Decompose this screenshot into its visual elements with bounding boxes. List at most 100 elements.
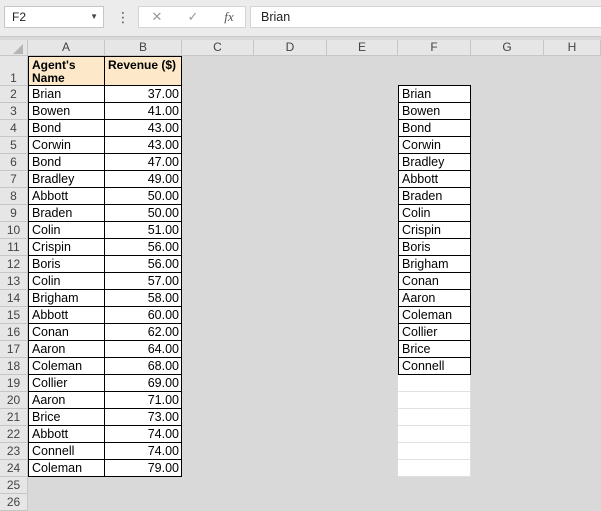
row-header-9[interactable]: 9 xyxy=(0,205,28,222)
cell-unique-name[interactable]: Brian xyxy=(398,85,471,103)
row-header-5[interactable]: 5 xyxy=(0,137,28,154)
cell-agent-name[interactable]: Bond xyxy=(28,154,105,171)
row-header-4[interactable]: 4 xyxy=(0,120,28,137)
row-header-22[interactable]: 22 xyxy=(0,426,28,443)
row-header-17[interactable]: 17 xyxy=(0,341,28,358)
cell-agent-name[interactable]: Coleman xyxy=(28,358,105,375)
name-box[interactable]: F2 ▼ xyxy=(4,6,104,28)
cell-unique-name[interactable]: Braden xyxy=(398,188,471,205)
cell-unique-name[interactable]: Brigham xyxy=(398,256,471,273)
cell-agent-name[interactable]: Bradley xyxy=(28,171,105,188)
row-header-1[interactable]: 1 xyxy=(0,56,28,86)
row-header-26[interactable]: 26 xyxy=(0,494,28,511)
row-header-25[interactable]: 25 xyxy=(0,477,28,494)
cell-unique-name[interactable]: Colin xyxy=(398,205,471,222)
row-header-11[interactable]: 11 xyxy=(0,239,28,256)
header-revenue[interactable]: Revenue ($) xyxy=(105,56,182,86)
enter-icon[interactable]: ✓ xyxy=(181,7,205,27)
row-header-10[interactable]: 10 xyxy=(0,222,28,239)
insert-function-icon[interactable]: fx xyxy=(217,7,241,27)
cell-unique-name[interactable]: Collier xyxy=(398,324,471,341)
formula-input[interactable]: Brian xyxy=(250,6,601,28)
row-header-24[interactable]: 24 xyxy=(0,460,28,477)
row-header-8[interactable]: 8 xyxy=(0,188,28,205)
cell-unique-name[interactable]: Bradley xyxy=(398,154,471,171)
cell-agent-name[interactable]: Boris xyxy=(28,256,105,273)
cell-revenue[interactable]: 50.00 xyxy=(105,188,182,205)
cell-unique-name[interactable]: Brice xyxy=(398,341,471,358)
cell-empty[interactable] xyxy=(398,392,471,409)
cell-agent-name[interactable]: Crispin xyxy=(28,239,105,256)
cell-revenue[interactable]: 47.00 xyxy=(105,154,182,171)
column-header-f[interactable]: F xyxy=(398,40,471,56)
cell-revenue[interactable]: 68.00 xyxy=(105,358,182,375)
column-header-d[interactable]: D xyxy=(254,40,327,56)
cell-revenue[interactable]: 37.00 xyxy=(105,86,182,103)
column-header-h[interactable]: H xyxy=(544,40,601,56)
cell-unique-name[interactable]: Connell xyxy=(398,358,471,375)
cell-revenue[interactable]: 74.00 xyxy=(105,426,182,443)
cell-unique-name[interactable]: Boris xyxy=(398,239,471,256)
column-header-a[interactable]: A xyxy=(28,40,105,56)
cell-empty[interactable] xyxy=(398,409,471,426)
cell-revenue[interactable]: 51.00 xyxy=(105,222,182,239)
cell-agent-name[interactable]: Brian xyxy=(28,86,105,103)
column-header-e[interactable]: E xyxy=(327,40,398,56)
cell-empty[interactable] xyxy=(398,426,471,443)
header-agent-name[interactable]: Agent's Name xyxy=(28,56,105,86)
cell-revenue[interactable]: 73.00 xyxy=(105,409,182,426)
cell-revenue[interactable]: 69.00 xyxy=(105,375,182,392)
column-header-c[interactable]: C xyxy=(182,40,254,56)
cancel-icon[interactable]: ✕ xyxy=(145,7,169,27)
cell-revenue[interactable]: 71.00 xyxy=(105,392,182,409)
row-header-16[interactable]: 16 xyxy=(0,324,28,341)
cell-agent-name[interactable]: Conan xyxy=(28,324,105,341)
row-header-21[interactable]: 21 xyxy=(0,409,28,426)
cell-agent-name[interactable]: Connell xyxy=(28,443,105,460)
cell-agent-name[interactable]: Bond xyxy=(28,120,105,137)
cell-empty[interactable] xyxy=(398,443,471,460)
row-header-3[interactable]: 3 xyxy=(0,103,28,120)
cell-agent-name[interactable]: Abbott xyxy=(28,426,105,443)
row-header-2[interactable]: 2 xyxy=(0,86,28,103)
cell-agent-name[interactable]: Abbott xyxy=(28,188,105,205)
cell-revenue[interactable]: 56.00 xyxy=(105,256,182,273)
column-header-b[interactable]: B xyxy=(105,40,182,56)
row-header-7[interactable]: 7 xyxy=(0,171,28,188)
cell-unique-name[interactable]: Coleman xyxy=(398,307,471,324)
cell-agent-name[interactable]: Brigham xyxy=(28,290,105,307)
cell-revenue[interactable]: 43.00 xyxy=(105,137,182,154)
row-header-6[interactable]: 6 xyxy=(0,154,28,171)
cell-agent-name[interactable]: Colin xyxy=(28,273,105,290)
row-header-12[interactable]: 12 xyxy=(0,256,28,273)
cell-unique-name[interactable]: Crispin xyxy=(398,222,471,239)
select-all-corner[interactable] xyxy=(0,40,28,56)
cell-empty[interactable] xyxy=(398,375,471,392)
cell-unique-name[interactable]: Bond xyxy=(398,120,471,137)
row-header-23[interactable]: 23 xyxy=(0,443,28,460)
cell-agent-name[interactable]: Colin xyxy=(28,222,105,239)
cell-agent-name[interactable]: Collier xyxy=(28,375,105,392)
row-header-19[interactable]: 19 xyxy=(0,375,28,392)
cell-agent-name[interactable]: Aaron xyxy=(28,392,105,409)
row-header-15[interactable]: 15 xyxy=(0,307,28,324)
cell-agent-name[interactable]: Braden xyxy=(28,205,105,222)
cell-unique-name[interactable]: Bowen xyxy=(398,103,471,120)
cell-agent-name[interactable]: Brice xyxy=(28,409,105,426)
row-header-13[interactable]: 13 xyxy=(0,273,28,290)
cell-empty[interactable] xyxy=(398,460,471,477)
row-header-14[interactable]: 14 xyxy=(0,290,28,307)
row-header-18[interactable]: 18 xyxy=(0,358,28,375)
cell-revenue[interactable]: 57.00 xyxy=(105,273,182,290)
cell-agent-name[interactable]: Corwin xyxy=(28,137,105,154)
cell-revenue[interactable]: 62.00 xyxy=(105,324,182,341)
cell-unique-name[interactable]: Conan xyxy=(398,273,471,290)
cell-revenue[interactable]: 60.00 xyxy=(105,307,182,324)
cell-unique-name[interactable]: Abbott xyxy=(398,171,471,188)
cell-revenue[interactable]: 41.00 xyxy=(105,103,182,120)
cell-unique-name[interactable]: Aaron xyxy=(398,290,471,307)
cell-agent-name[interactable]: Bowen xyxy=(28,103,105,120)
cell-agent-name[interactable]: Coleman xyxy=(28,460,105,477)
chevron-down-icon[interactable]: ▼ xyxy=(90,7,98,27)
cell-agent-name[interactable]: Aaron xyxy=(28,341,105,358)
